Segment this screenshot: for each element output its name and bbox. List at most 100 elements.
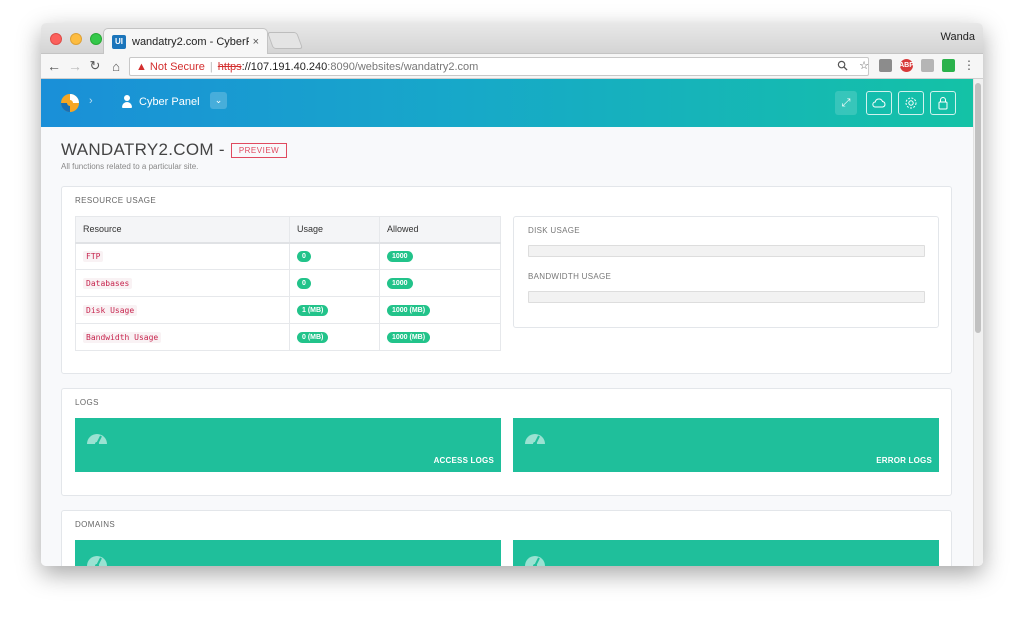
domains-panel: DOMAINS	[61, 510, 952, 566]
home-icon[interactable]: ⌂	[107, 57, 125, 75]
user-icon	[121, 95, 133, 108]
title-bar: UI wandatry2.com - CyberPanel × Wanda	[41, 23, 983, 54]
minimize-window-button[interactable]	[70, 33, 82, 45]
resource-table: Resource Usage Allowed FTP 0 1000 Databa…	[75, 216, 501, 351]
usage-badge: 1 (MB)	[297, 305, 329, 316]
panel-title: DOMAINS	[75, 520, 116, 529]
bookmark-star-icon[interactable]: ☆	[857, 58, 871, 72]
scrollbar-thumb[interactable]	[975, 83, 981, 333]
allowed-cell: 1000 (MB)	[379, 296, 501, 324]
page-subtitle: All functions related to a particular si…	[61, 162, 199, 171]
allowed-badge: 1000 (MB)	[387, 305, 431, 316]
browser-toolbar: ← → ↻ ⌂ ▲ Not Secure | https ://107.191.…	[41, 54, 983, 79]
dashboard-icon	[87, 434, 107, 445]
table-row: Bandwidth Usage 0 (MB) 1000 (MB)	[75, 323, 501, 351]
resource-cell: FTP	[75, 242, 290, 270]
allowed-badge: 1000 (MB)	[387, 332, 431, 343]
cyberpanel-logo-icon[interactable]	[59, 92, 81, 114]
cloud-icon[interactable]	[866, 91, 892, 115]
chevron-down-icon[interactable]: ⌄	[210, 92, 227, 109]
profile-name[interactable]: Wanda	[941, 31, 975, 43]
lock-icon[interactable]	[930, 91, 956, 115]
usage-cell: 0	[289, 269, 380, 297]
resource-name: Disk Usage	[83, 305, 138, 316]
site-title: WANDATRY2.COM -	[61, 140, 225, 159]
column-header: Resource	[75, 216, 290, 244]
table-header-row: Resource Usage Allowed	[75, 216, 501, 244]
zoom-icon[interactable]	[835, 58, 849, 72]
resource-cell: Bandwidth Usage	[75, 323, 290, 351]
close-window-button[interactable]	[50, 33, 62, 45]
address-bar[interactable]: ▲ Not Secure | https ://107.191.40.240 :…	[129, 57, 869, 76]
fullscreen-icon[interactable]: ⤢	[835, 91, 857, 115]
url-path: :8090/websites/wandatry2.com	[327, 60, 479, 73]
usage-summary-box: DISK USAGE BANDWIDTH USAGE	[513, 216, 939, 328]
table-row: Databases 0 1000	[75, 269, 501, 297]
preview-button[interactable]: PREVIEW	[230, 142, 288, 158]
usage-badge: 0	[297, 251, 311, 263]
tab-title: wandatry2.com - CyberPanel	[132, 35, 249, 48]
user-menu[interactable]: Cyber Panel	[121, 95, 200, 108]
security-label: Not Secure	[149, 60, 205, 73]
allowed-cell: 1000	[379, 269, 501, 297]
page-scrollbar[interactable]	[973, 79, 983, 566]
tab-close-icon[interactable]: ×	[253, 36, 259, 48]
dashboard-icon	[525, 556, 545, 566]
tile-label: ERROR LOGS	[876, 456, 932, 465]
error-logs-tile[interactable]: ERROR LOGS	[513, 418, 939, 472]
back-arrow-icon[interactable]: ←	[45, 57, 63, 75]
allowed-badge: 1000	[387, 251, 413, 263]
url-separator: |	[209, 60, 213, 73]
page-header: WANDATRY2.COM - PREVIEW All functions re…	[61, 140, 288, 171]
page-title: WANDATRY2.COM - PREVIEW	[61, 140, 288, 160]
page-viewport: › Cyber Panel ⌄ ⤢ WANDATRY2.COM - PREVIE…	[41, 79, 983, 566]
more-options-icon[interactable]: ⋮	[963, 58, 975, 72]
usage-cell: 0 (MB)	[289, 323, 380, 351]
panel-title: RESOURCE USAGE	[75, 196, 157, 205]
allowed-badge: 1000	[387, 278, 413, 289]
reload-icon[interactable]: ↻	[86, 57, 104, 75]
chevron-right-icon: ›	[89, 95, 93, 107]
app-header: › Cyber Panel ⌄ ⤢	[41, 79, 973, 127]
bandwidth-usage-bar	[528, 291, 925, 303]
browser-tab[interactable]: UI wandatry2.com - CyberPanel ×	[103, 28, 268, 54]
maximize-window-button[interactable]	[90, 33, 102, 45]
table-row: Disk Usage 1 (MB) 1000 (MB)	[75, 296, 501, 324]
usage-badge: 0 (MB)	[297, 332, 329, 343]
gear-icon[interactable]	[898, 91, 924, 115]
usage-cell: 1 (MB)	[289, 296, 380, 324]
forward-arrow-icon[interactable]: →	[66, 57, 84, 75]
resource-name: FTP	[83, 251, 104, 263]
adblock-icon[interactable]: ABP	[899, 58, 914, 72]
column-header: Allowed	[379, 216, 501, 244]
url-host: ://107.191.40.240	[241, 60, 328, 73]
allowed-cell: 1000	[379, 242, 501, 270]
disk-usage-label: DISK USAGE	[528, 226, 580, 235]
usage-badge: 0	[297, 278, 311, 289]
browser-window: UI wandatry2.com - CyberPanel × Wanda ← …	[41, 23, 983, 566]
resource-cell: Databases	[75, 269, 290, 297]
extension-icon[interactable]	[879, 58, 892, 72]
new-tab-button[interactable]	[266, 32, 304, 49]
dashboard-icon	[525, 434, 545, 445]
panel-title: LOGS	[75, 398, 99, 407]
toolbar-icons: ☆ ABP ⋮	[835, 58, 975, 72]
usage-cell: 0	[289, 242, 380, 270]
column-header: Usage	[289, 216, 380, 244]
resource-usage-panel: RESOURCE USAGE Resource Usage Allowed FT…	[61, 186, 952, 374]
resource-name: Databases	[83, 278, 133, 289]
extension-icon[interactable]	[942, 58, 955, 72]
extension-icon[interactable]	[921, 58, 934, 72]
dashboard-icon	[87, 556, 107, 566]
url-scheme: https	[217, 60, 242, 73]
table-row: FTP 0 1000	[75, 242, 501, 270]
logs-panel: LOGS ACCESS LOGS ERROR LOGS	[61, 388, 952, 496]
domain-tile[interactable]	[513, 540, 939, 566]
warning-icon: ▲	[136, 60, 147, 73]
bandwidth-usage-label: BANDWIDTH USAGE	[528, 272, 612, 281]
favicon-icon: UI	[112, 34, 126, 49]
tile-label: ACCESS LOGS	[433, 456, 494, 465]
resource-cell: Disk Usage	[75, 296, 290, 324]
access-logs-tile[interactable]: ACCESS LOGS	[75, 418, 501, 472]
domain-tile[interactable]	[75, 540, 501, 566]
